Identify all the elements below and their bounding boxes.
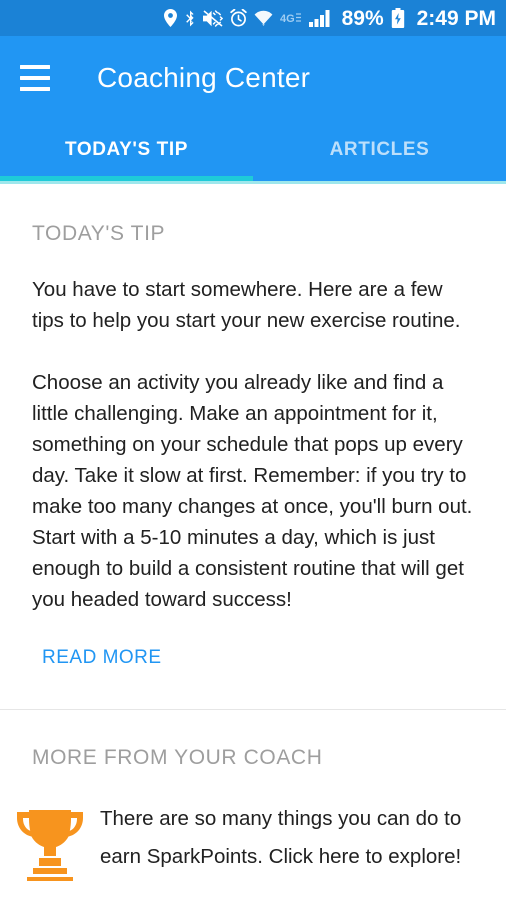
section-header-more-from-coach: MORE FROM YOUR COACH <box>32 746 323 769</box>
read-more-wrapper: READ MORE <box>0 615 506 669</box>
todays-tip-section: TODAY'S TIP You have to start somewhere.… <box>0 184 506 669</box>
page-title: Coaching Center <box>97 61 311 93</box>
hamburger-menu-icon[interactable] <box>20 64 50 91</box>
app-bar: Coaching Center <box>0 36 506 119</box>
alarm-icon <box>229 9 247 27</box>
wifi-icon <box>254 10 273 27</box>
battery-charging-icon <box>391 8 405 28</box>
signal-bars-icon <box>308 9 331 27</box>
network-4g-icon: 4G <box>280 12 302 25</box>
section-header-todays-tip: TODAY'S TIP <box>32 222 166 245</box>
tab-todays-tip[interactable]: TODAY'S TIP <box>0 119 253 181</box>
tip-paragraph-2: Choose an activity you already like and … <box>32 371 473 611</box>
status-bar: 4G 89% 2:49 PM <box>0 0 506 36</box>
list-item[interactable]: There are so many things you can do to e… <box>0 770 506 882</box>
tab-bar: TODAY'S TIP ARTICLES <box>0 119 506 181</box>
content-area: TODAY'S TIP You have to start somewhere.… <box>0 184 506 882</box>
status-time-label: 2:49 PM <box>416 6 496 30</box>
volume-mute-icon <box>202 9 223 27</box>
battery-percent-label: 89% <box>341 6 384 30</box>
tab-articles[interactable]: ARTICLES <box>253 119 506 181</box>
tip-body: You have to start somewhere. Here are a … <box>0 274 506 615</box>
bluetooth-icon <box>184 9 196 28</box>
read-more-button[interactable]: READ MORE <box>42 647 162 669</box>
coach-item-text: There are so many things you can do to e… <box>100 807 462 868</box>
more-from-coach-section: MORE FROM YOUR COACH There are so many t… <box>0 710 506 882</box>
tab-active-indicator <box>0 176 253 181</box>
svg-text:4G: 4G <box>280 13 295 25</box>
trophy-icon <box>0 800 100 882</box>
location-icon <box>163 9 177 27</box>
app-screen: 4G 89% 2:49 PM Coaching Center TODAY'S T… <box>0 0 506 900</box>
tip-paragraph-1: You have to start somewhere. Here are a … <box>32 278 461 332</box>
status-bar-icons: 4G 89% 2:49 PM <box>163 6 496 30</box>
